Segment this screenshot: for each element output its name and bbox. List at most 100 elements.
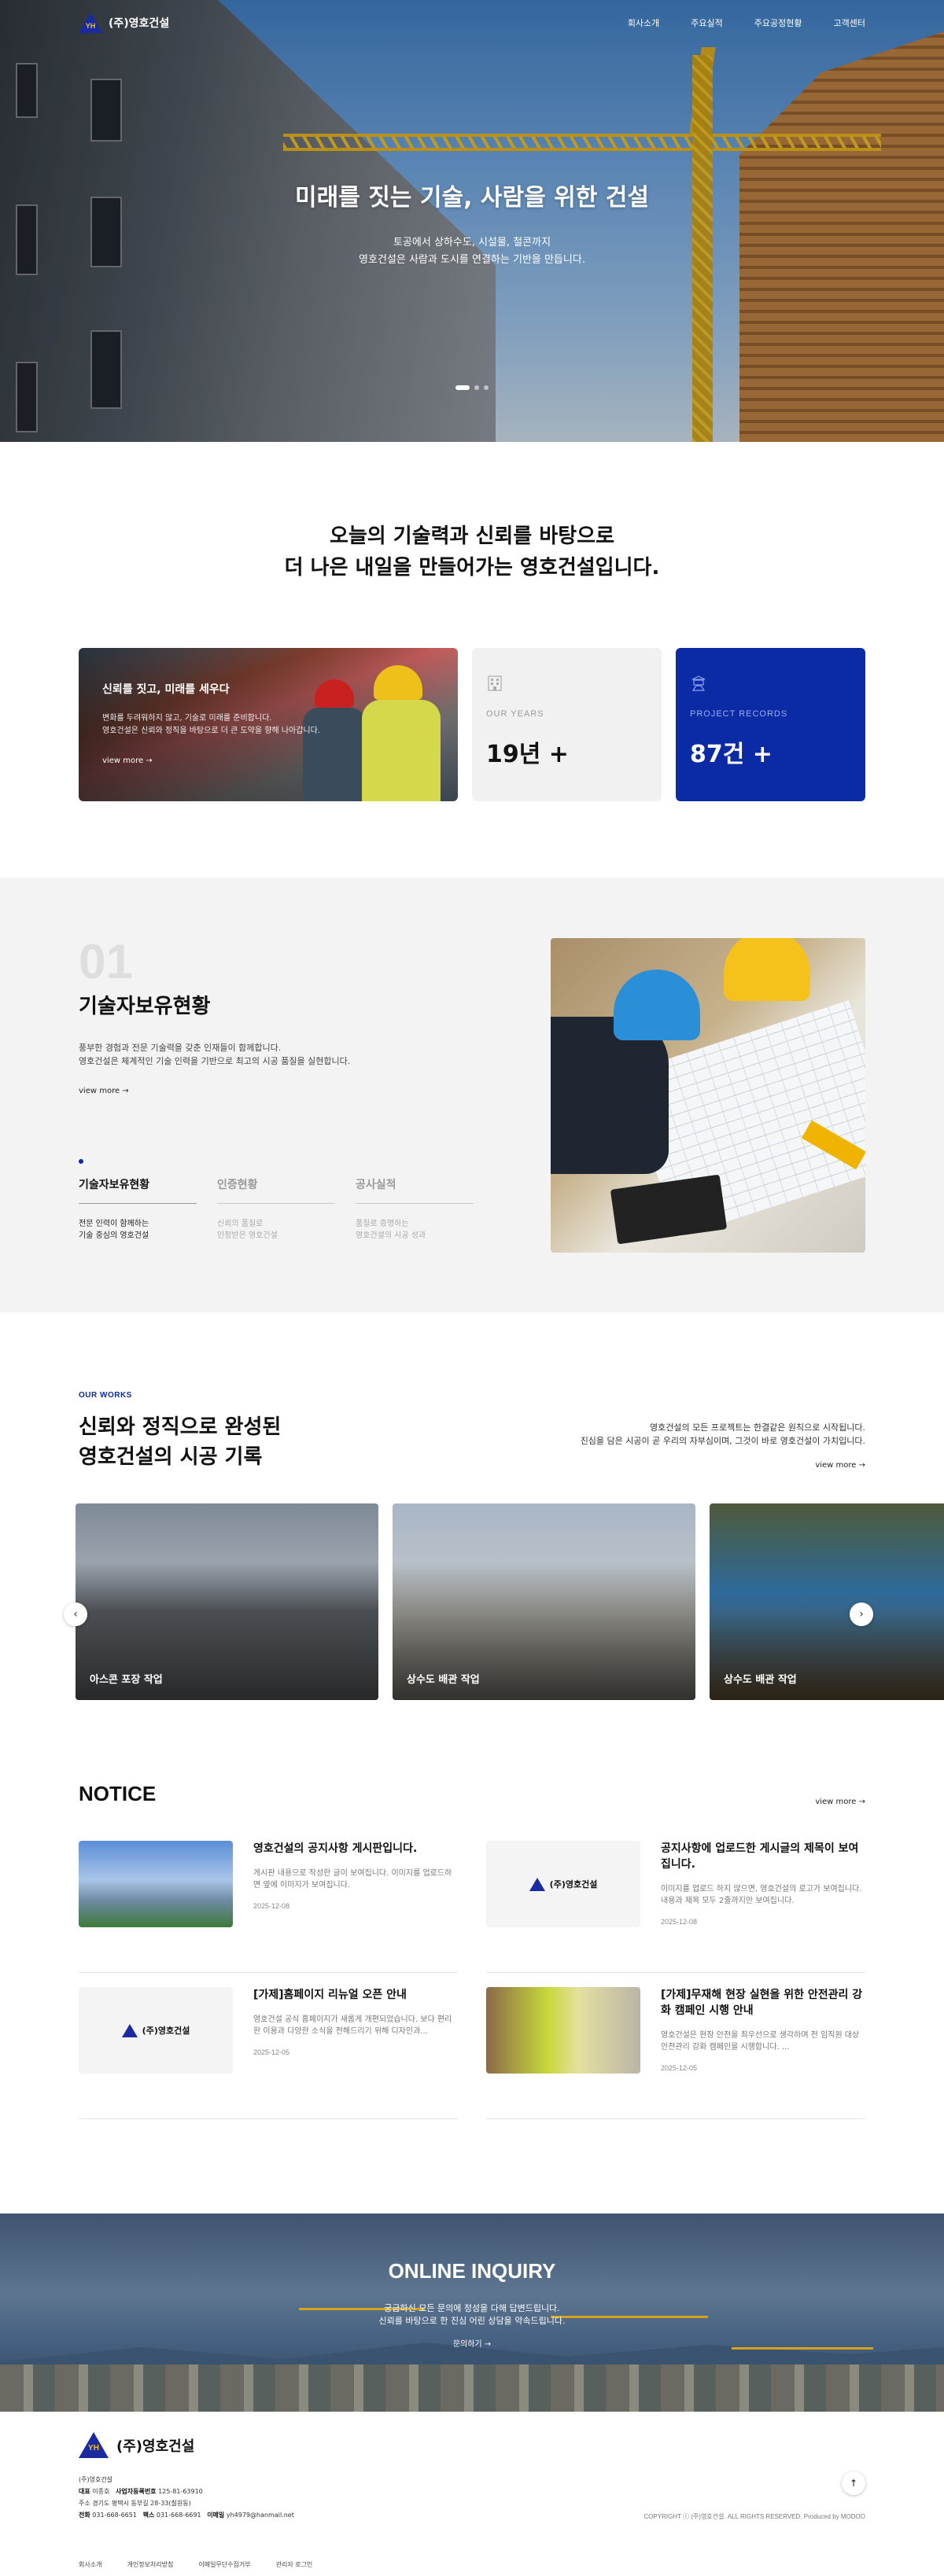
city-backdrop: [0, 2364, 944, 2412]
notice-item-title: [가제]홈페이지 리뉴얼 오픈 안내: [253, 1989, 407, 2001]
works-view-more-link[interactable]: view more →: [815, 1459, 865, 1472]
feature-card-title: 신뢰를 짓고, 미래를 세우다: [102, 683, 230, 696]
tech-title: 기술자보유현황: [79, 995, 211, 1018]
notice-item-body: 영호건설 공식 홈페이지가 새롭게 개편되었습니다. 보다 편리한 이용과 다양…: [253, 2015, 452, 2036]
blue-helmet: [614, 970, 700, 1040]
tech-section: 01 기술자보유현황 풍부한 경험과 전문 기술력을 갖춘 인재들이 함께합니다…: [0, 878, 944, 1312]
notice-item-title: 영호건설의 공지사항 게시판입니다.: [253, 1842, 418, 1855]
laptop: [610, 1174, 728, 1245]
footer-logo-text: (주)영호건설: [116, 2438, 195, 2455]
intro-cards: 신뢰를 짓고, 미래를 세우다 변화를 두려워하지 않고, 기술로 미래를 준비…: [79, 648, 865, 801]
menu-item-company[interactable]: 회사소개: [628, 17, 659, 29]
work-slide-label: 상수도 배관 작업: [724, 1674, 797, 1686]
work-slide[interactable]: 상수도 배관 작업: [393, 1503, 695, 1700]
footer-link-company[interactable]: 회사소개: [79, 2560, 101, 2569]
footer-link-email-policy[interactable]: 이메일무단수집거부: [198, 2560, 250, 2569]
intro-section: 오늘의 기술력과 신뢰를 바탕으로 더 나은 내일을 만들어가는 영호건설입니다…: [79, 442, 865, 856]
notice-item-date: 2025-12-08: [661, 1918, 698, 1926]
work-slide[interactable]: 상수도 배관 작업: [710, 1503, 944, 1700]
notice-item[interactable]: [가제]무재해 현장 실현을 위한 안전관리 강화 캠페인 시행 안내 영호건설…: [486, 1987, 865, 2119]
main-menu: 회사소개 주요실적 주요공정현황 고객센터: [628, 17, 865, 29]
thumb-logo-text: (주)영호건설: [549, 1879, 598, 1890]
hero-text: 미래를 짓는 기술, 사람을 위한 건설 토공에서 상하수도, 시설물, 철콘까…: [0, 178, 944, 269]
section-number: 01: [79, 935, 133, 989]
notice-thumbnail: (주)영호건설: [486, 1841, 640, 1927]
work-slide-label: 아스콘 포장 작업: [90, 1674, 163, 1686]
works-eyebrow: OUR WORKS: [79, 1391, 132, 1400]
stat-card-records: PROJECT RECORDS 87건 +: [676, 648, 865, 801]
header-logo[interactable]: YH (주)영호건설: [79, 13, 169, 33]
worker-figure: [362, 700, 441, 801]
inquiry-title: ONLINE INQUIRY: [388, 2259, 556, 2283]
works-desc-line-1: 영호건설의 모든 프로젝트는 한결같은 원칙으로 시작됩니다.: [650, 1422, 865, 1433]
company-address: 주소 경기도 평택시 동부길 28-33(칠원동): [79, 2500, 191, 2507]
tech-view-more-link[interactable]: view more →: [79, 1087, 129, 1095]
menu-item-support[interactable]: 고객센터: [834, 17, 865, 29]
hero-section: YH (주)영호건설 회사소개 주요실적 주요공정현황 고객센터 미래를 짓는 …: [0, 0, 944, 442]
notice-item-title: 공지사항에 업로드한 게시글의 제목이 보여집니다.: [661, 1842, 859, 1871]
intro-headline: 오늘의 기술력과 신뢰를 바탕으로 더 나은 내일을 만들어가는 영호건설입니다…: [79, 521, 865, 583]
notice-item[interactable]: 영호건설의 공지사항 게시판입니다. 게시판 내용으로 작성한 글이 보여집니다…: [79, 1841, 458, 1973]
notice-item-body: 게시판 내용으로 작성한 글이 보여집니다. 이미지를 업로드하면 옆에 이미지…: [253, 1869, 452, 1890]
menu-item-process[interactable]: 주요공정현황: [754, 17, 802, 29]
notice-item-date: 2025-12-05: [661, 2064, 698, 2072]
works-desc-line-2: 진심을 담은 시공이 곧 우리의 자부심이며, 그것이 바로 영호건설이 가치입…: [580, 1436, 865, 1446]
footer-link-admin[interactable]: 관리자 로그인: [276, 2560, 313, 2569]
tab-label: 인증현황: [217, 1176, 335, 1204]
hero-subtitle-1: 토공에서 상하수도, 시설물, 철콘까지: [393, 237, 551, 248]
menu-item-records[interactable]: 주요실적: [691, 17, 722, 29]
footer-logo[interactable]: YH (주)영호건설: [79, 2432, 865, 2458]
logo-icon: YH: [79, 13, 102, 33]
footer-link-privacy[interactable]: 개인정보처리방침: [127, 2560, 173, 2569]
works-description: 영호건설의 모든 프로젝트는 한결같은 원칙으로 시작됩니다. 진심을 담은 시…: [581, 1421, 865, 1472]
stat-label-years: OUR YEARS: [486, 709, 544, 719]
notice-item-title: [가제]무재해 현장 실현을 위한 안전관리 강화 캠페인 시행 안내: [661, 1989, 863, 2017]
notice-item[interactable]: (주)영호건설 공지사항에 업로드한 게시글의 제목이 보여집니다. 이미지를 …: [486, 1841, 865, 1973]
yellow-helmet: [724, 938, 810, 1001]
engineer-figure: [551, 1017, 669, 1174]
tab-construction-records[interactable]: 공사실적 품질로 증명하는 영호건설의 시공 성과: [356, 1176, 474, 1242]
notice-view-more-link[interactable]: view more →: [815, 1798, 865, 1806]
tab-subtext: 전문 인력이 함께하는 기술 중심의 영호건설: [79, 1220, 149, 1240]
tab-certifications[interactable]: 인증현황 신뢰의 품질로 인정받은 영호건설: [217, 1176, 335, 1242]
works-section: OUR WORKS 신뢰와 정직으로 완성된 영호건설의 시공 기록 영호건설의 …: [64, 1312, 944, 1700]
logo-text: (주)영호건설: [109, 17, 170, 30]
footer-links: 회사소개 개인정보처리방침 이메일무단수집거부 관리자 로그인: [79, 2552, 865, 2569]
logo-icon: [529, 1877, 545, 1891]
stat-label-records: PROJECT RECORDS: [690, 709, 788, 719]
slider-next-icon[interactable]: ›: [850, 1603, 873, 1626]
tech-tabs: 기술자보유현황 전문 인력이 함께하는 기술 중심의 영호건설 인증현황 신뢰의 …: [79, 1176, 488, 1242]
thumb-logo-text: (주)영호건설: [142, 2026, 190, 2036]
red-helmet: [315, 679, 354, 708]
notice-item-body: 영호건설은 현장 안전을 최우선으로 생각하며 전 임직원 대상 안전관리 강화…: [661, 2031, 860, 2052]
work-slide[interactable]: 아스콘 포장 작업: [76, 1503, 378, 1700]
feature-card-line-1: 변화를 두려워하지 않고, 기술로 미래를 준비합니다.: [102, 714, 272, 723]
hero-pagination: [0, 385, 944, 390]
record-icon: [691, 675, 706, 691]
hero-dot-1[interactable]: [455, 385, 470, 390]
logo-icon: [121, 2023, 138, 2037]
yellow-helmet: [374, 665, 422, 700]
tech-description: 풍부한 경험과 전문 기술력을 갖춘 인재들이 함께합니다. 영호건설은 체계적…: [79, 1041, 488, 1068]
slider-prev-icon[interactable]: ‹: [64, 1603, 87, 1626]
footer: YH (주)영호건설 (주)영호건설 대표 이종호 사업자등록번호 125-81…: [79, 2412, 865, 2576]
notice-thumbnail: (주)영호건설: [79, 1987, 233, 2074]
company-name: (주)영호건설: [79, 2476, 113, 2483]
feature-card-line-2: 영호건설은 신뢰와 정직을 바탕으로 더 큰 도약을 향해 나아갑니다.: [102, 727, 321, 735]
top-nav: YH (주)영호건설 회사소개 주요실적 주요공정현황 고객센터: [0, 0, 944, 46]
feature-card[interactable]: 신뢰를 짓고, 미래를 세우다 변화를 두려워하지 않고, 기술로 미래를 준비…: [79, 648, 458, 801]
tab-technicians[interactable]: 기술자보유현황 전문 인력이 함께하는 기술 중심의 영호건설: [79, 1176, 197, 1242]
hero-dot-3[interactable]: [484, 385, 489, 390]
tab-subtext: 신뢰의 품질로 인정받은 영호건설: [217, 1220, 278, 1240]
tech-desc-line-1: 풍부한 경험과 전문 기술력을 갖춘 인재들이 함께합니다.: [79, 1043, 282, 1053]
scroll-top-icon[interactable]: ↑: [842, 2471, 865, 2495]
tab-subtext: 품질로 증명하는 영호건설의 시공 성과: [356, 1220, 426, 1240]
hero-dot-2[interactable]: [474, 385, 479, 390]
notice-section: NOTICE view more → 영호건설의 공지사항 게시판입니다. 게시…: [79, 1700, 865, 2119]
notice-item[interactable]: (주)영호건설 [가제]홈페이지 리뉴얼 오픈 안내 영호건설 공식 홈페이지가…: [79, 1987, 458, 2119]
work-slide-label: 상수도 배관 작업: [407, 1674, 480, 1686]
stat-value-years: 19년 +: [486, 741, 569, 768]
tech-image: [551, 938, 865, 1253]
feature-card-link[interactable]: view more →: [102, 756, 320, 765]
inquiry-button[interactable]: 문의하기 →: [453, 2337, 491, 2349]
